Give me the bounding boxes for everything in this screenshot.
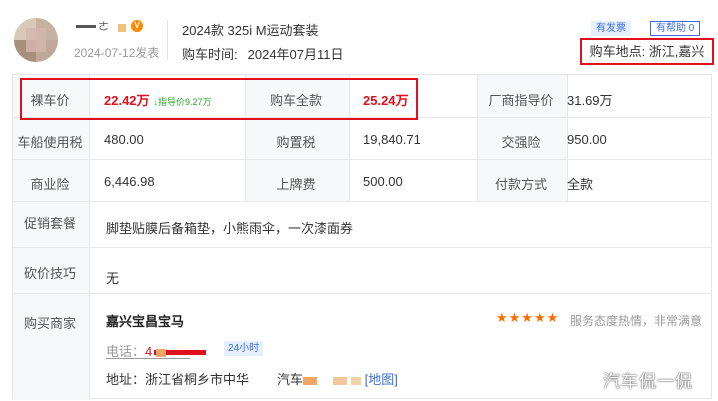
msrp-value: 31.69万 [567,93,613,108]
payment-method-value: 全款 [567,177,594,192]
watermark: 汽车侃一侃 [603,372,693,391]
dealer-name[interactable]: 嘉兴宝昌宝马 [106,311,184,330]
promo-value: 脚垫贴膜后备箱垫，小熊雨伞，一次漆面券 [106,221,354,236]
post-date: 2024-07-12发表 [74,46,160,60]
buy-time-label: 购车时间: [182,47,238,62]
buy-time-value: 2024年07月11日 [247,47,344,62]
service-comment: 服务态度热情，非常满意 [570,314,703,328]
bargain-tips-value: 无 [106,271,120,286]
map-link[interactable]: [地图] [365,372,398,387]
purchase-tax-value: 19,840.71 [363,132,421,147]
msrp-label: 厂商指导价 [488,93,554,108]
compulsory-insurance-label: 交强险 [501,135,541,150]
header-divider [167,20,168,60]
dealer-phone[interactable]: 电话：4 [106,341,207,360]
vehicle-tax-value: 480.00 [104,132,144,147]
address-value: 浙江省桐乡市中华 [145,372,250,387]
vehicle-tax-label: 车船使用税 [17,135,83,150]
bargain-tips-label: 砍价技巧 [23,266,76,281]
car-model[interactable]: 2024款 325i M运动套装 [182,20,319,39]
plate-fee-value: 500.00 [363,174,403,189]
rating-stars: ★★★★★ [496,310,560,325]
invoice-tag: 有发票 [591,21,631,36]
hours-tag: 24小时 [224,341,264,356]
payment-method-label: 付款方式 [494,177,547,192]
plate-fee-label: 上牌费 [276,177,316,192]
verified-v-icon: V [131,20,143,32]
phone-label: 电话： [106,344,146,359]
promo-label: 促销套餐 [23,216,76,231]
compulsory-insurance-value: 950.00 [567,132,607,147]
buy-time: 购车时间: 2024年07月11日 [182,44,344,63]
price-highlight-box [20,78,418,120]
buy-location: 购车地点: 浙江,嘉兴 [580,38,714,65]
dealer-label: 购买商家 [23,316,76,331]
user-name[interactable]: ㄜ [76,18,109,34]
helpful-button[interactable]: 有帮助 0 [650,21,701,36]
purchase-tax-label: 购置税 [276,135,316,150]
commercial-insurance-value: 6,446.98 [104,174,155,189]
dealer-address: 地址：浙江省桐乡市中华 汽车 [地图] [106,369,398,388]
phone-prefix: 4 [145,344,153,359]
user-level-badge [118,24,126,32]
avatar[interactable] [14,18,58,62]
address-mid: 汽车 [277,372,304,387]
commercial-insurance-label: 商业险 [30,177,70,192]
address-label: 地址： [106,372,146,387]
